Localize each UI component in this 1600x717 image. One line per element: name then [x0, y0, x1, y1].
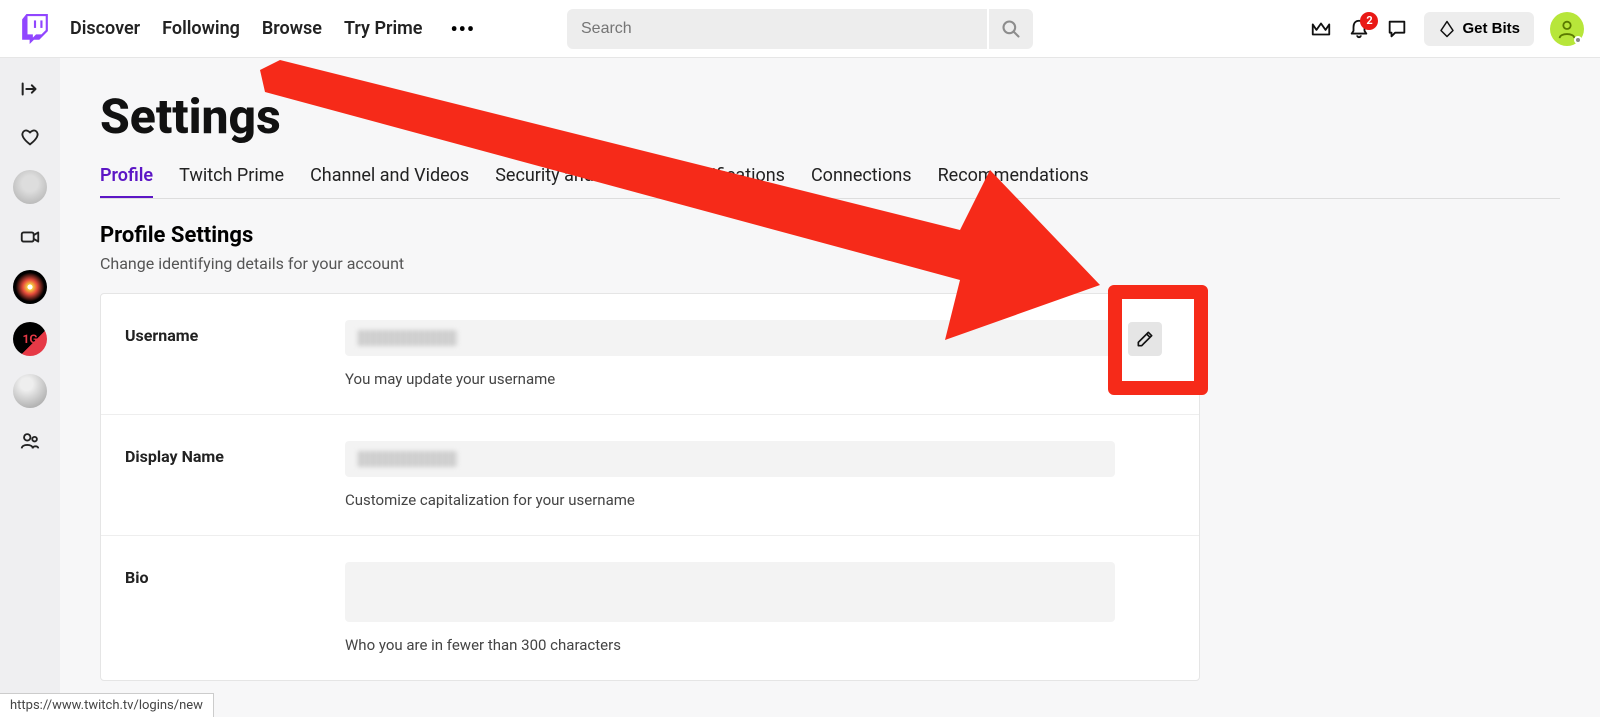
nav-try-prime[interactable]: Try Prime [344, 18, 423, 39]
expand-icon [19, 78, 41, 100]
crown-icon [1310, 18, 1332, 40]
settings-tabs: Profile Twitch Prime Channel and Videos … [100, 165, 1560, 199]
notifications-button[interactable]: 2 [1348, 18, 1370, 40]
left-sidebar: 1G [0, 58, 60, 717]
expand-sidebar-icon[interactable] [15, 74, 45, 104]
tab-notifications[interactable]: Notifications [683, 165, 785, 198]
pencil-icon [1135, 329, 1155, 349]
redacted-text [357, 451, 457, 467]
bits-icon [1438, 20, 1456, 38]
presence-dot [1574, 36, 1582, 44]
row-username: Username You may update your username [101, 294, 1199, 415]
username-field[interactable] [345, 320, 1115, 356]
chat-icon [1386, 18, 1408, 40]
people-icon [19, 430, 41, 452]
search-container [567, 9, 1033, 49]
get-bits-label: Get Bits [1462, 20, 1520, 37]
section-title: Profile Settings [100, 223, 1600, 248]
nav-following[interactable]: Following [162, 18, 240, 39]
search-input[interactable] [567, 9, 987, 49]
row-display-name: Display Name Customize capitalization fo… [101, 415, 1199, 536]
bio-label: Bio [125, 562, 345, 587]
sidebar-channel-4[interactable] [13, 374, 47, 408]
username-hint: You may update your username [345, 370, 1115, 388]
tab-security-privacy[interactable]: Security and Privacy [495, 165, 656, 198]
tab-connections[interactable]: Connections [811, 165, 912, 198]
profile-card: Username You may update your username Di… [100, 293, 1200, 681]
search-icon [1001, 19, 1021, 39]
status-bar-url: https://www.twitch.tv/logins/new [0, 693, 214, 717]
nav-discover[interactable]: Discover [70, 18, 140, 39]
section-subtitle: Change identifying details for your acco… [100, 254, 1600, 273]
twitch-logo[interactable] [20, 14, 50, 44]
more-menu-icon[interactable]: ••• [444, 17, 481, 41]
tab-channel-videos[interactable]: Channel and Videos [310, 165, 469, 198]
nav-browse[interactable]: Browse [262, 18, 322, 39]
user-avatar[interactable] [1550, 12, 1584, 46]
friends-icon[interactable] [15, 426, 45, 456]
search-button[interactable] [989, 9, 1033, 49]
twitch-icon [20, 14, 50, 44]
whispers-button[interactable] [1386, 18, 1408, 40]
page-title: Settings [100, 88, 1600, 145]
sidebar-camera-icon[interactable] [15, 222, 45, 252]
sidebar-channel-3[interactable]: 1G [13, 322, 47, 356]
bio-hint: Who you are in fewer than 300 characters [345, 636, 1115, 654]
followed-channels-icon[interactable] [15, 122, 45, 152]
top-nav: Discover Following Browse Try Prime ••• … [0, 0, 1600, 58]
camera-icon [19, 226, 41, 248]
username-label: Username [125, 320, 345, 345]
prime-loot-icon[interactable] [1310, 18, 1332, 40]
display-name-field[interactable] [345, 441, 1115, 477]
tab-recommendations[interactable]: Recommendations [938, 165, 1089, 198]
notification-badge: 2 [1360, 12, 1378, 30]
get-bits-button[interactable]: Get Bits [1424, 12, 1534, 46]
nav-links: Discover Following Browse Try Prime ••• [70, 17, 481, 41]
edit-username-button[interactable] [1128, 322, 1162, 356]
sidebar-channel-1[interactable] [13, 170, 47, 204]
sidebar-channel-2[interactable] [13, 270, 47, 304]
heart-icon [19, 126, 41, 148]
bio-field[interactable] [345, 562, 1115, 622]
display-name-label: Display Name [125, 441, 345, 466]
row-bio: Bio Who you are in fewer than 300 charac… [101, 536, 1199, 680]
tab-twitch-prime[interactable]: Twitch Prime [179, 165, 284, 198]
tab-profile[interactable]: Profile [100, 165, 153, 198]
redacted-text [357, 330, 457, 346]
display-name-hint: Customize capitalization for your userna… [345, 491, 1115, 509]
nav-right: 2 Get Bits [1310, 12, 1590, 46]
main-content: Settings Profile Twitch Prime Channel an… [60, 58, 1600, 717]
